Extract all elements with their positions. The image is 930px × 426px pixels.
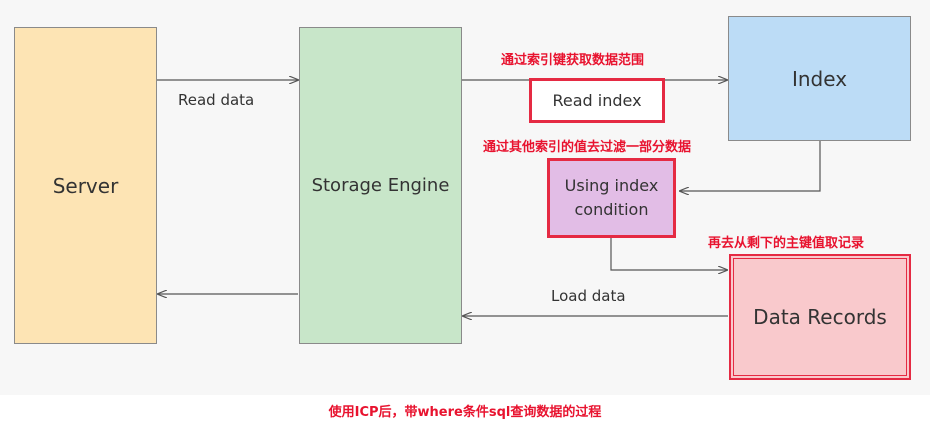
read-index-node: Read index — [529, 78, 665, 123]
read-data-label: Read data — [178, 91, 255, 109]
load-data-label: Load data — [551, 287, 626, 305]
storage-engine-node: Storage Engine — [299, 27, 462, 344]
figure-caption: 使用ICP后，带where条件sql查询数据的过程 — [328, 405, 602, 420]
uic-label-line2: condition — [574, 200, 649, 219]
read-index-label: Read index — [552, 91, 642, 110]
index-node: Index — [728, 16, 911, 141]
storage-engine-label: Storage Engine — [311, 175, 450, 196]
data-records-label: Data Records — [753, 305, 887, 329]
index-label: Index — [791, 67, 848, 91]
arrow-index-to-uic — [680, 141, 821, 191]
annotation-filter-other-index: 通过其他索引的值去过滤一部分数据 — [483, 140, 692, 155]
data-records-node: Data Records — [729, 254, 911, 380]
using-index-condition-node: Using index condition — [547, 158, 676, 238]
uic-label-line1: Using index — [564, 176, 659, 195]
server-label: Server — [52, 173, 119, 198]
annotation-fetch-remaining: 再去从剩下的主键值取记录 — [708, 236, 865, 251]
server-node: Server — [14, 27, 157, 344]
annotation-range-via-index: 通过索引键获取数据范围 — [501, 53, 645, 68]
